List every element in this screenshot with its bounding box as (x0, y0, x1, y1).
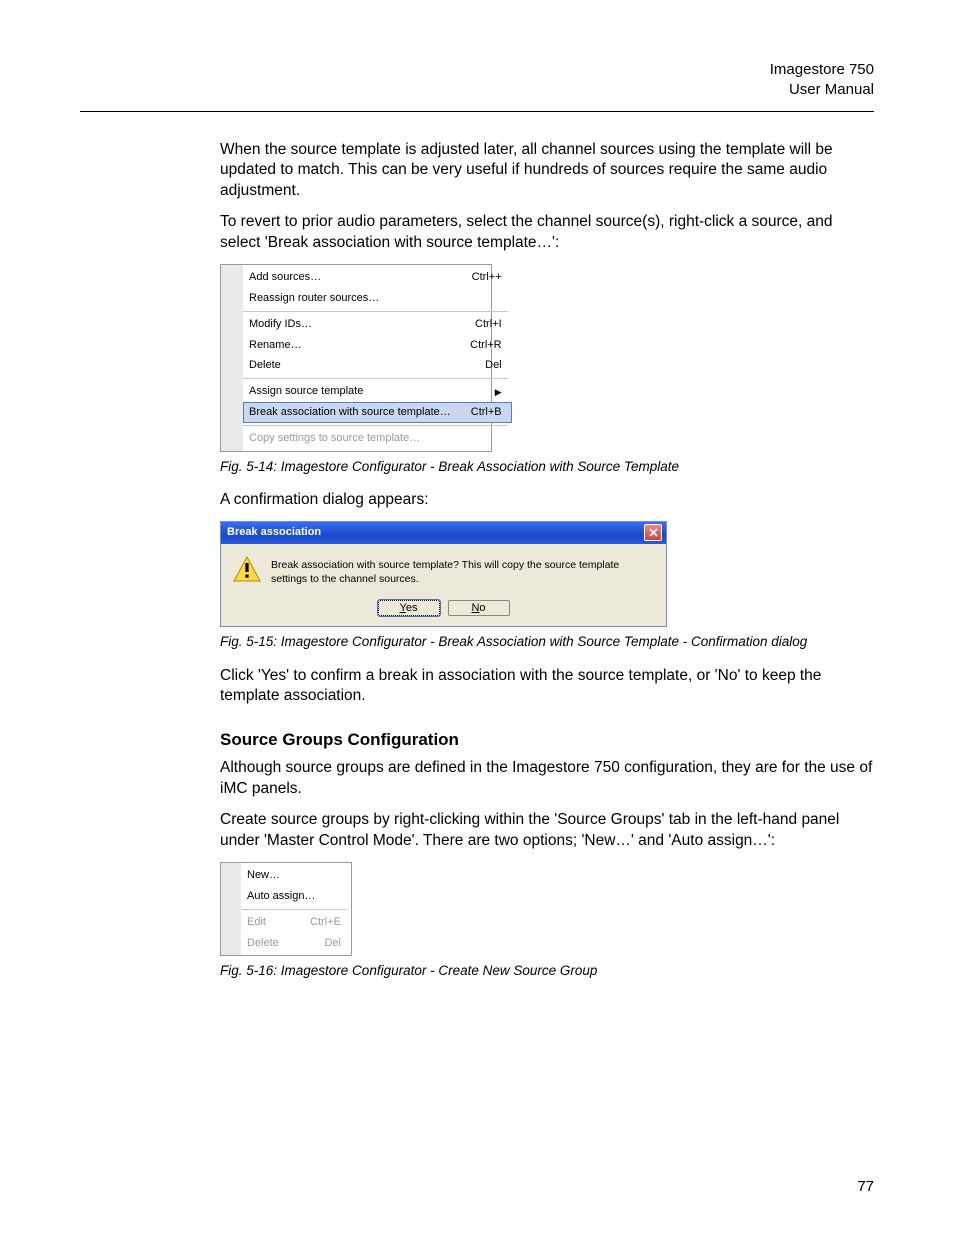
menu-label: Break association with source template… (249, 405, 451, 420)
menu-separator (243, 378, 508, 379)
paragraph: Although source groups are defined in th… (220, 758, 874, 800)
menu-separator (241, 909, 347, 910)
menu-label: Modify IDs… (249, 317, 312, 332)
menu-label: Auto assign… (247, 889, 315, 904)
menu-label: Reassign router sources… (249, 291, 379, 306)
menu-item-assign-source-template[interactable]: Assign source template ▶ (243, 381, 512, 402)
context-menu-source-groups: New… Auto assign… Edit Ctrl+E Delete Del (220, 862, 352, 956)
content-body: When the source template is adjusted lat… (220, 140, 874, 981)
menu-gutter (221, 863, 241, 955)
menu-shortcut: Ctrl+R (470, 338, 501, 353)
no-button[interactable]: No (448, 600, 510, 616)
menu-item-rename[interactable]: Rename… Ctrl+R (243, 335, 512, 356)
menu-shortcut: Del (485, 358, 502, 373)
page-header: Imagestore 750 User Manual (80, 60, 874, 101)
menu-item-delete[interactable]: Delete Del (243, 355, 512, 376)
menu-item-reassign-router-sources[interactable]: Reassign router sources… (243, 288, 512, 309)
menu-item-new[interactable]: New… (241, 865, 351, 886)
menu-label: Delete (247, 936, 279, 951)
menu-gutter (221, 265, 243, 451)
menu-label: New… (247, 868, 280, 883)
header-rule (80, 111, 874, 112)
menu-label: Rename… (249, 338, 302, 353)
menu-label: Edit (247, 915, 266, 930)
warning-icon (233, 556, 261, 582)
dialog-message: Break association with source template? … (271, 556, 656, 586)
menu-item-modify-ids[interactable]: Modify IDs… Ctrl+I (243, 314, 512, 335)
menu-shortcut: Ctrl++ (472, 270, 502, 285)
menu-shortcut: Ctrl+I (475, 317, 502, 332)
doc-name: User Manual (80, 80, 874, 100)
paragraph: A confirmation dialog appears: (220, 490, 874, 511)
section-heading-source-groups: Source Groups Configuration (220, 729, 874, 752)
page-number: 77 (857, 1178, 874, 1195)
button-label-rest: es (406, 602, 418, 614)
menu-shortcut: Ctrl+B (471, 405, 502, 420)
paragraph: When the source template is adjusted lat… (220, 140, 874, 203)
menu-label: Copy settings to source template… (249, 431, 420, 446)
menu-item-copy-settings: Copy settings to source template… (243, 428, 512, 449)
figure-caption: Fig. 5-15: Imagestore Configurator - Bre… (220, 633, 874, 651)
dialog-break-association: Break association Break association with… (220, 521, 667, 627)
product-name: Imagestore 750 (80, 60, 874, 80)
menu-item-delete: Delete Del (241, 933, 351, 954)
menu-label: Add sources… (249, 270, 321, 285)
menu-shortcut: Del (324, 936, 341, 951)
menu-label: Delete (249, 358, 281, 373)
dialog-titlebar[interactable]: Break association (221, 522, 666, 544)
menu-shortcut: Ctrl+E (310, 915, 341, 930)
paragraph: Create source groups by right-clicking w… (220, 810, 874, 852)
paragraph: Click 'Yes' to confirm a break in associ… (220, 666, 874, 708)
menu-separator (243, 311, 508, 312)
submenu-arrow-icon: ▶ (495, 386, 502, 398)
figure-caption: Fig. 5-14: Imagestore Configurator - Bre… (220, 458, 874, 476)
menu-separator (243, 425, 508, 426)
menu-item-auto-assign[interactable]: Auto assign… (241, 886, 351, 907)
close-icon[interactable] (644, 524, 662, 541)
paragraph: To revert to prior audio parameters, sel… (220, 212, 874, 254)
button-label-rest: o (479, 602, 485, 614)
context-menu-break-association: Add sources… Ctrl++ Reassign router sour… (220, 264, 492, 452)
menu-item-break-association[interactable]: Break association with source template… … (243, 402, 512, 423)
dialog-title: Break association (227, 525, 321, 540)
menu-item-add-sources[interactable]: Add sources… Ctrl++ (243, 267, 512, 288)
menu-item-edit: Edit Ctrl+E (241, 912, 351, 933)
figure-caption: Fig. 5-16: Imagestore Configurator - Cre… (220, 962, 874, 980)
yes-button[interactable]: Yes (378, 600, 440, 616)
menu-label: Assign source template (249, 384, 363, 399)
